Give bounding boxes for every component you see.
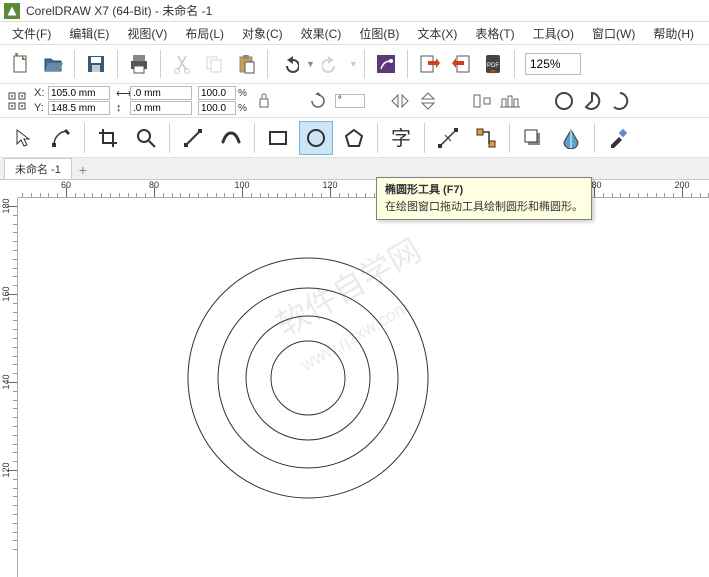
toolbox: 字	[0, 118, 709, 158]
ellipse-prop-icon[interactable]	[553, 90, 575, 112]
eyedropper-tool[interactable]	[601, 121, 635, 155]
add-tab-button[interactable]: +	[74, 161, 92, 179]
drop-shadow-tool[interactable]	[516, 121, 550, 155]
tooltip-title: 椭圆形工具 (F7)	[385, 182, 583, 199]
height-input[interactable]	[130, 101, 192, 115]
menu-item[interactable]: 帮助(H)	[645, 23, 702, 44]
import-button[interactable]	[414, 49, 444, 79]
zoom-input[interactable]	[525, 53, 581, 75]
document-tab-bar: 未命名 -1 +	[0, 158, 709, 180]
shape-tool[interactable]	[44, 121, 78, 155]
scale-y-input[interactable]	[198, 101, 236, 115]
print-button[interactable]	[124, 49, 154, 79]
polygon-tool[interactable]	[337, 121, 371, 155]
pie-prop-icon[interactable]	[581, 90, 603, 112]
menu-item[interactable]: 视图(V)	[119, 23, 175, 44]
ellipse-tool[interactable]	[299, 121, 333, 155]
menu-item[interactable]: 工具(O)	[525, 23, 582, 44]
rotation-input[interactable]	[335, 94, 365, 108]
paste-button[interactable]	[231, 49, 261, 79]
new-button[interactable]	[6, 49, 36, 79]
zoom-tool[interactable]	[129, 121, 163, 155]
crop-tool[interactable]	[91, 121, 125, 155]
tooltip-description: 在绘图窗口拖动工具绘制圆形和椭圆形。	[385, 199, 583, 216]
page-size-icon[interactable]	[6, 90, 28, 112]
menu-item[interactable]: 窗口(W)	[584, 23, 643, 44]
menu-item[interactable]: 位图(B)	[351, 23, 407, 44]
menu-item[interactable]: 文件(F)	[4, 23, 59, 44]
save-button[interactable]	[81, 49, 111, 79]
menu-item[interactable]: 布局(L)	[177, 23, 232, 44]
menu-item[interactable]: 效果(C)	[293, 23, 350, 44]
redo-button[interactable]	[317, 49, 347, 79]
mirror-h-icon[interactable]	[389, 90, 411, 112]
vertical-ruler: 180160140120	[0, 198, 18, 577]
horizontal-ruler: 406080100120140160180200	[18, 180, 709, 198]
svg-text:PDF: PDF	[487, 63, 499, 69]
rotation-icon[interactable]	[307, 90, 329, 112]
open-button[interactable]	[38, 49, 68, 79]
search-content-button[interactable]	[371, 49, 401, 79]
x-position-input[interactable]	[48, 86, 110, 100]
width-input[interactable]	[130, 86, 192, 100]
menu-item[interactable]: 表格(T)	[467, 23, 522, 44]
menu-item[interactable]: 文本(X)	[409, 23, 465, 44]
text-tool[interactable]: 字	[384, 121, 418, 155]
export-button[interactable]	[446, 49, 476, 79]
arc-prop-icon[interactable]	[609, 90, 631, 112]
title-bar: CorelDRAW X7 (64-Bit) - 未命名 -1	[0, 0, 709, 22]
rectangle-tool[interactable]	[261, 121, 295, 155]
artistic-media-tool[interactable]	[214, 121, 248, 155]
scale-x-input[interactable]	[198, 86, 236, 100]
tooltip: 椭圆形工具 (F7) 在绘图窗口拖动工具绘制圆形和椭圆形。	[376, 177, 592, 220]
copy-button[interactable]	[199, 49, 229, 79]
pick-tool[interactable]	[6, 121, 40, 155]
freehand-tool[interactable]	[176, 121, 210, 155]
menu-item[interactable]: 对象(C)	[234, 23, 291, 44]
align-icon[interactable]	[471, 90, 493, 112]
distribute-icon[interactable]	[499, 90, 521, 112]
window-title: CorelDRAW X7 (64-Bit) - 未命名 -1	[26, 2, 212, 19]
concentric-circles	[158, 208, 458, 508]
publish-pdf-button[interactable]: PDF	[478, 49, 508, 79]
mirror-v-icon[interactable]	[417, 90, 439, 112]
dimension-tool[interactable]	[431, 121, 465, 155]
cut-button[interactable]	[167, 49, 197, 79]
undo-button[interactable]	[274, 49, 304, 79]
drawing-canvas[interactable]: 软件自学网www.rjzxw.com	[18, 198, 709, 577]
svg-text:字: 字	[391, 127, 411, 150]
standard-toolbar: ▼ ▼ PDF	[0, 44, 709, 84]
menu-bar: 文件(F)编辑(E)视图(V)布局(L)对象(C)效果(C)位图(B)文本(X)…	[0, 22, 709, 44]
menu-item[interactable]: 编辑(E)	[61, 23, 117, 44]
transparency-tool[interactable]	[554, 121, 588, 155]
connector-tool[interactable]	[469, 121, 503, 155]
app-icon	[4, 3, 20, 19]
document-tab[interactable]: 未命名 -1	[4, 158, 72, 179]
y-position-input[interactable]	[48, 101, 110, 115]
lock-ratio-icon[interactable]	[253, 90, 275, 112]
property-bar: X: Y: ⟷ ↕ % %	[0, 84, 709, 118]
